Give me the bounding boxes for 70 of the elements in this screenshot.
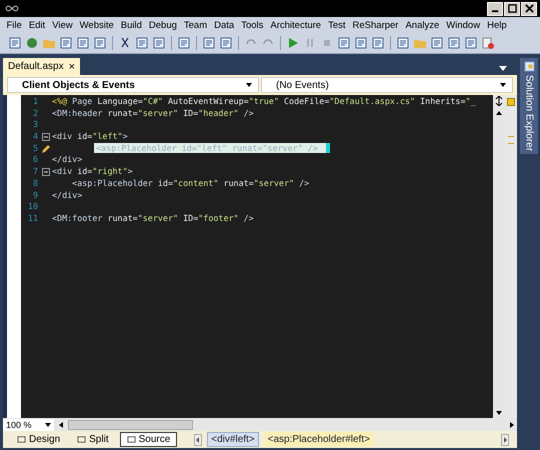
line-number: 2: [32, 108, 39, 120]
line-number: 7: [32, 166, 39, 178]
solution-explorer-tab[interactable]: Solution Explorer: [520, 58, 538, 154]
code-line: </div>: [52, 154, 82, 164]
dropdown-arrow-icon[interactable]: [499, 66, 507, 71]
menu-item[interactable]: Data: [210, 20, 238, 30]
view-icon: [77, 435, 86, 444]
scroll-left-button[interactable]: [194, 434, 202, 446]
line-number: 9: [32, 190, 39, 202]
code-line: <div id="right">: [52, 166, 133, 176]
status-marker-icon: [507, 98, 515, 106]
app-logo-icon: [5, 5, 19, 12]
line-number: 10: [26, 201, 39, 213]
menu-item[interactable]: Build: [117, 20, 146, 30]
change-marker-icon: [508, 136, 514, 144]
maximize-icon: [508, 4, 516, 13]
code-line: <%@ Page Language="C#" AutoEventWireup="true" CodeFile="Default.aspx.cs" Inherits="_: [52, 96, 476, 106]
view-tab[interactable]: Split: [71, 433, 115, 446]
menu-item[interactable]: Architecture: [266, 20, 325, 30]
collapse-icon[interactable]: [42, 132, 50, 141]
menu-item[interactable]: Window: [442, 20, 484, 30]
breadcrumb[interactable]: <asp:Placeholder#left>: [264, 432, 374, 447]
menu-item[interactable]: Test: [324, 20, 350, 30]
caret-icon: [246, 83, 252, 87]
zoom-dropdown[interactable]: 100 %: [3, 418, 54, 430]
line-number: 5: [32, 142, 39, 154]
scrollbar-thumb[interactable]: [68, 420, 193, 430]
code-line: </div>: [52, 190, 82, 200]
dropdown[interactable]: (No Events): [261, 77, 513, 93]
collapse-icon[interactable]: [42, 168, 50, 176]
line-number: 4: [32, 131, 39, 143]
code-line: <DM:header runat="server" ID="header" />: [52, 108, 254, 118]
menu-item[interactable]: Team: [180, 20, 211, 30]
solution-icon: [524, 61, 534, 72]
line-number: 1: [32, 96, 39, 108]
view-tab[interactable]: Design: [11, 433, 66, 446]
close-icon: [524, 4, 534, 13]
view-icon: [17, 435, 26, 444]
line-number: 6: [32, 154, 39, 166]
minimize-button[interactable]: [487, 2, 503, 16]
menu-item[interactable]: Debug: [145, 20, 180, 30]
code-line: <DM:footer runat="server" ID="footer" />: [52, 212, 254, 223]
menu-item[interactable]: Help: [484, 20, 510, 30]
caret-icon: [500, 83, 506, 87]
document-tab[interactable]: Default.aspx ×: [3, 58, 80, 75]
menu-item[interactable]: ReSharper: [349, 20, 402, 30]
menu-item[interactable]: View: [48, 20, 76, 30]
scroll-right-button[interactable]: [501, 434, 509, 446]
view-tab[interactable]: Source: [120, 432, 178, 447]
dropdown[interactable]: Client Objects & Events: [7, 77, 259, 93]
menu-item[interactable]: File: [3, 20, 26, 30]
code-line: <div id="left">: [52, 131, 128, 142]
line-number: 8: [32, 178, 39, 190]
menu-item[interactable]: Edit: [25, 20, 49, 30]
play-icon[interactable]: [286, 36, 300, 50]
close-button[interactable]: [521, 2, 537, 16]
globe-icon[interactable]: [25, 36, 39, 50]
close-tab-button[interactable]: ×: [68, 60, 76, 72]
line-number: 11: [26, 212, 39, 225]
menu-item[interactable]: Tools: [238, 20, 267, 30]
split-handle-icon[interactable]: [494, 96, 504, 106]
view-icon: [126, 435, 136, 444]
menu-item[interactable]: Analyze: [402, 20, 443, 30]
line-number: 3: [32, 119, 39, 132]
menu-item[interactable]: Website: [76, 20, 118, 30]
breadcrumb[interactable]: <div#left>: [207, 432, 259, 447]
code-line: <asp:Placeholder id="content" runat="server" />: [71, 178, 310, 188]
delete-icon[interactable]: [481, 36, 495, 50]
caret-icon: [45, 422, 51, 426]
maximize-button[interactable]: [504, 2, 520, 16]
